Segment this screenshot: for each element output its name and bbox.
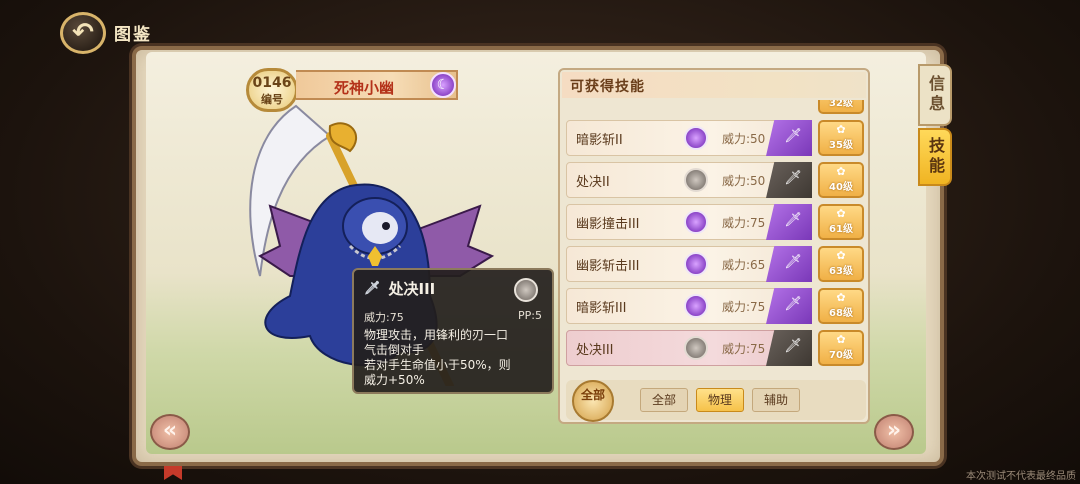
tooltip-stats: 威力:75 PP:5	[364, 309, 542, 325]
skill-level-badge: ✿ 32级	[818, 100, 864, 114]
bookmark-icon	[164, 466, 182, 480]
skill-name: 暗影斩II	[576, 133, 623, 148]
level-icon: ✿	[836, 123, 846, 136]
skill-level: 68级	[829, 308, 853, 319]
watermark: 本次测试不代表最终品质	[966, 471, 1076, 482]
skill-level: 40级	[829, 182, 853, 193]
skill-row[interactable]: 暗影斩III 威力:75 🗡 ✿ 68级	[566, 288, 864, 324]
normal-type-icon	[684, 168, 708, 192]
skill-row[interactable]: 幽影斩击III 威力:65 🗡 ✿ 63级	[566, 246, 864, 282]
double-chevron-right-icon: »	[886, 418, 902, 443]
sword-icon: 🗡	[364, 281, 381, 296]
tooltip-desc-line: 气击倒对手	[364, 343, 425, 357]
skill-name: 处决II	[576, 175, 610, 190]
skill-power: 威力:50	[722, 132, 766, 146]
tooltip-power: 威力:75	[364, 311, 404, 324]
ghost-type-icon	[684, 252, 708, 276]
skill-level: 70级	[829, 350, 853, 361]
skill-power: 威力:75	[722, 216, 766, 230]
level-icon: ✿	[836, 207, 846, 220]
skill-level-badge: ✿ 68级	[818, 288, 864, 324]
skill-power: 威力:75	[722, 342, 766, 356]
filter-all-button[interactable]: 全部	[640, 388, 688, 412]
skill-level-badge: ✿ 63级	[818, 246, 864, 282]
ghost-type-icon	[684, 126, 708, 150]
tooltip-skill-name: 处决III	[388, 280, 436, 298]
skill-row-selected[interactable]: 处决III 威力:75 🗡 ✿ 70级	[566, 330, 864, 366]
skill-level-badge: ✿ 35级	[818, 120, 864, 156]
skill-row-partial[interactable]: ✿ 32级	[566, 100, 864, 114]
skill-name: 处决III	[576, 343, 614, 358]
ghost-type-icon	[684, 210, 708, 234]
creature-number-badge: 0146 编号	[246, 68, 298, 112]
level-icon: ✿	[836, 249, 846, 262]
skill-level: 32级	[829, 100, 853, 109]
next-page-button[interactable]: »	[874, 414, 914, 450]
skill-level: 63级	[829, 266, 853, 277]
skill-row[interactable]: 暗影斩II 威力:50 🗡 ✿ 35级	[566, 120, 864, 156]
tab-info[interactable]: 信息	[918, 64, 952, 126]
skill-row[interactable]: 处决II 威力:50 🗡 ✿ 40级	[566, 162, 864, 198]
normal-type-icon	[514, 278, 538, 302]
double-chevron-left-icon: «	[162, 418, 178, 443]
skill-power: 威力:65	[722, 258, 766, 272]
normal-type-icon	[684, 336, 708, 360]
prev-page-button[interactable]: «	[150, 414, 190, 450]
tab-skills[interactable]: 技能	[918, 128, 952, 186]
back-arrow-icon: ↶	[72, 18, 94, 48]
filter-physical-button[interactable]: 物理	[696, 388, 744, 412]
level-icon: ✿	[836, 165, 846, 178]
level-icon: ✿	[836, 333, 846, 346]
ghost-type-icon: ☾	[430, 72, 456, 98]
creature-number-label: 编号	[261, 93, 283, 106]
ghost-type-icon	[684, 294, 708, 318]
filter-support-button[interactable]: 辅助	[752, 388, 800, 412]
skill-row[interactable]: 幽影撞击III 威力:75 🗡 ✿ 61级	[566, 204, 864, 240]
tooltip-desc-line: 若对手生命值小于50%，则	[364, 358, 511, 372]
tooltip-desc-line: 物理攻击，用锋利的刃一口	[364, 328, 509, 342]
skill-name: 幽影斩击III	[576, 259, 640, 274]
creature-number: 0146	[252, 75, 292, 91]
skill-level-badge: ✿ 70级	[818, 330, 864, 366]
tooltip-pp: PP:5	[518, 309, 542, 322]
skill-level-badge: ✿ 40级	[818, 162, 864, 198]
filter-all-icon[interactable]: 全部	[572, 380, 614, 422]
skill-name: 暗影斩III	[576, 301, 627, 316]
tooltip-description: 物理攻击，用锋利的刃一口 气击倒对手 若对手生命值小于50%，则 威力+50%	[364, 328, 542, 388]
skill-level-badge: ✿ 61级	[818, 204, 864, 240]
level-icon: ✿	[836, 291, 846, 304]
page-title: 图鉴	[114, 25, 152, 45]
back-button[interactable]: ↶	[60, 12, 106, 54]
skill-tooltip: 🗡 处决III 威力:75 PP:5 物理攻击，用锋利的刃一口 气击倒对手 若对…	[352, 268, 554, 394]
skill-power: 威力:50	[722, 174, 766, 188]
skill-name: 幽影撞击III	[576, 217, 640, 232]
skill-level: 61级	[829, 224, 853, 235]
skill-power: 威力:75	[722, 300, 766, 314]
skill-level: 35级	[829, 140, 853, 151]
tooltip-desc-line: 威力+50%	[364, 373, 425, 387]
skills-header: 可获得技能	[562, 72, 866, 98]
